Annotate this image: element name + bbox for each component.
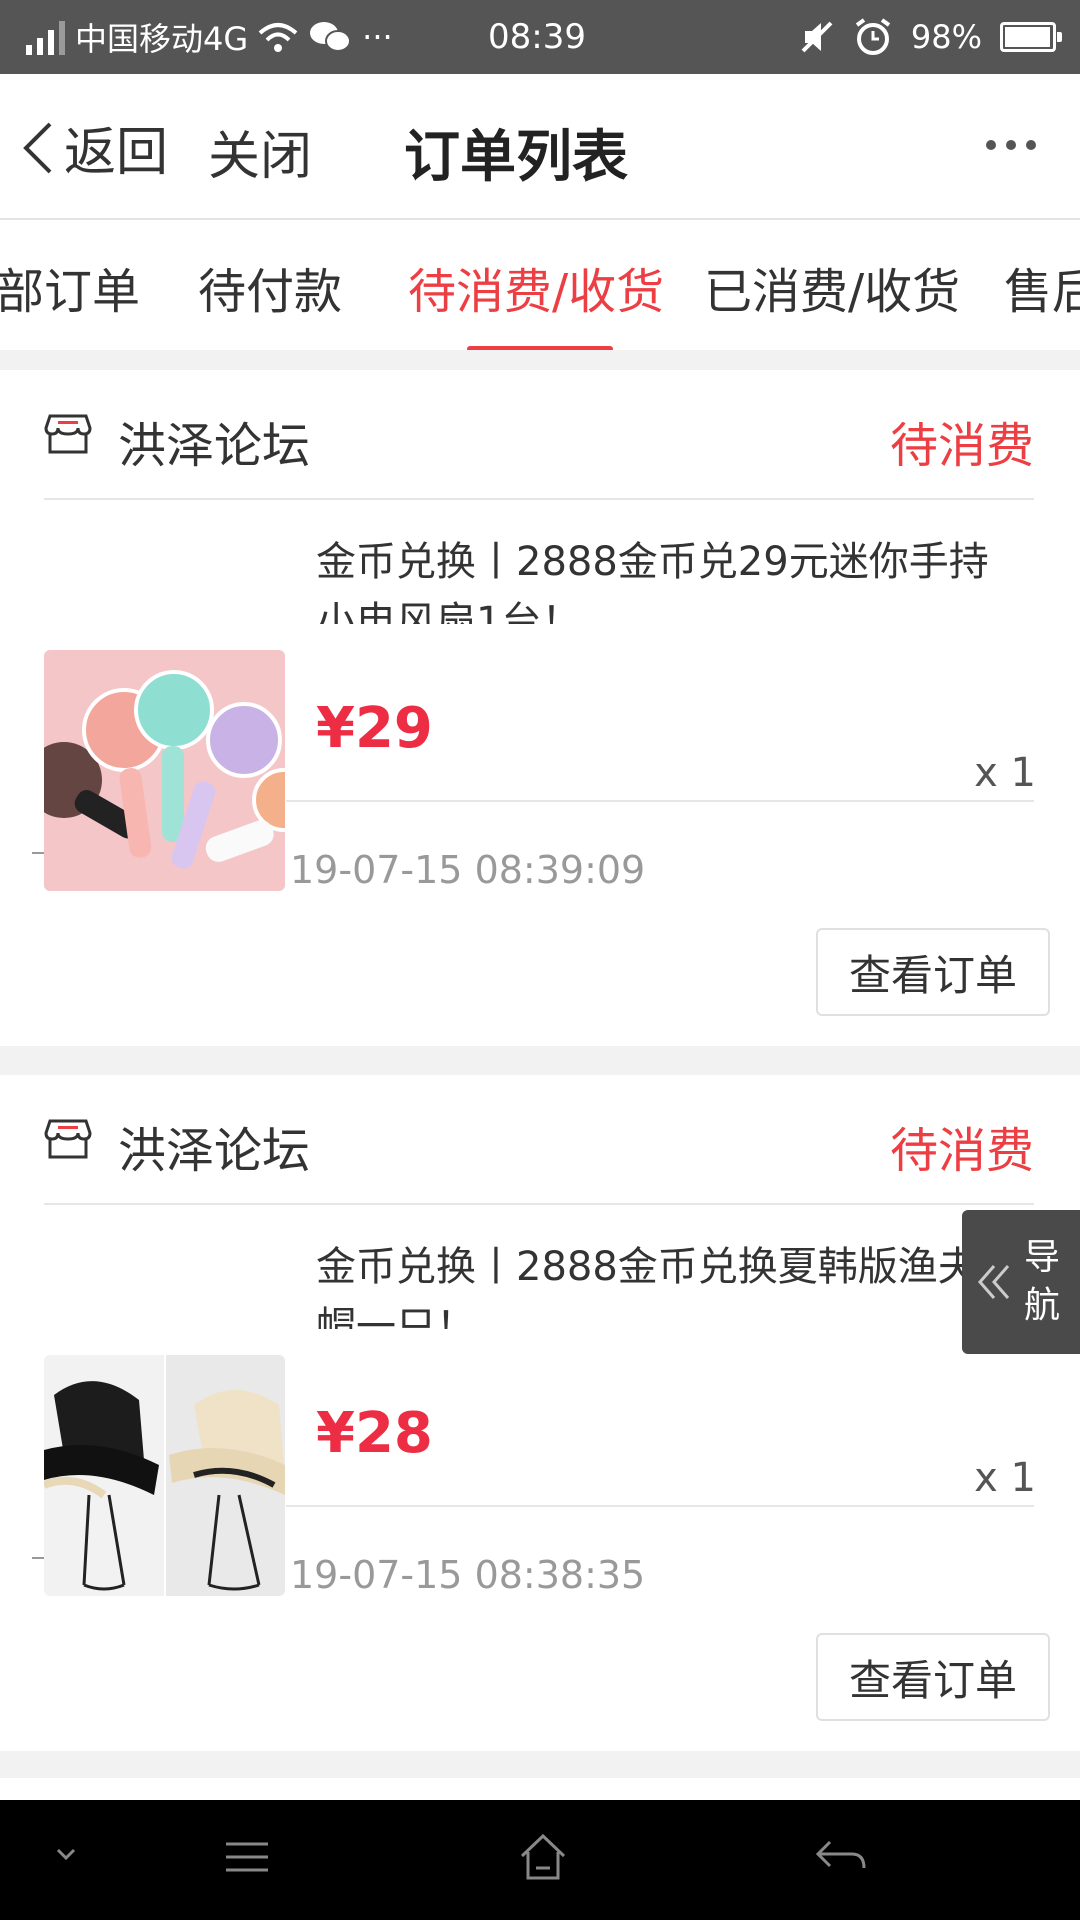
store-icon	[44, 414, 92, 454]
battery-percent: 98%	[910, 18, 982, 56]
order-status: 待消费	[889, 418, 1034, 474]
product-title[interactable]: 金币兑换丨2888金币兑29元迷你手持小电风扇1台！	[316, 532, 1016, 624]
wifi-icon	[258, 23, 298, 52]
product-price: ¥28	[316, 1401, 433, 1466]
divider	[286, 1505, 1034, 1507]
more-menu-icon[interactable]	[986, 140, 1036, 150]
mute-icon	[801, 21, 833, 53]
back-arrow-icon[interactable]	[812, 1832, 868, 1882]
tab-pending-consumption[interactable]: 待消费/收货	[408, 252, 664, 322]
signal-icon	[26, 19, 65, 55]
product-price: ¥29	[316, 696, 433, 761]
divider	[44, 1203, 1034, 1205]
chevron-left-icon	[23, 122, 52, 173]
order-status: 待消费	[889, 1123, 1034, 1179]
tab-consumed[interactable]: 已消费/收货	[704, 252, 960, 322]
view-order-button[interactable]: 查看订单	[816, 1633, 1050, 1721]
product-quantity: x 1	[974, 1455, 1036, 1501]
back-button[interactable]: 返回	[18, 110, 168, 185]
tab-pending-payment[interactable]: 待付款	[198, 252, 342, 322]
floating-nav-label: 导航	[1023, 1237, 1060, 1326]
double-chevron-left-icon	[978, 1265, 1010, 1299]
active-tab-indicator	[467, 346, 613, 350]
order-time: 19-07-15 08:38:35	[290, 1553, 646, 1597]
close-button[interactable]: 关闭	[208, 114, 312, 189]
order-card-header: 洪泽论坛 待消费	[44, 398, 1034, 478]
product-image-fan[interactable]	[44, 650, 285, 891]
divider	[32, 852, 44, 854]
home-icon[interactable]	[518, 1832, 568, 1882]
divider	[44, 498, 1034, 500]
clock: 08:39	[488, 17, 586, 57]
chevron-down-icon[interactable]	[52, 1844, 80, 1864]
tab-after-sales[interactable]: 售后	[1004, 252, 1080, 322]
menu-icon[interactable]	[222, 1832, 272, 1882]
alarm-icon	[855, 18, 891, 55]
order-time: 19-07-15 08:39:09	[290, 848, 646, 892]
wechat-icon	[310, 22, 352, 52]
page-title: 订单列表	[404, 124, 628, 190]
battery-icon	[1000, 22, 1062, 52]
carrier-label: 中国移动4G	[75, 20, 249, 58]
status-bar: 中国移动4G ··· 08:39 98%	[0, 0, 1080, 74]
status-bar-right: 98%	[799, 0, 1062, 74]
view-order-button[interactable]: 查看订单	[816, 928, 1050, 1016]
store-icon	[44, 1119, 92, 1159]
store-name[interactable]: 洪泽论坛	[118, 406, 310, 476]
order-card-header: 洪泽论坛 待消费	[44, 1103, 1034, 1183]
order-card	[0, 1778, 1080, 1800]
floating-nav-button[interactable]: 导航	[962, 1210, 1080, 1354]
product-image-hat[interactable]	[44, 1355, 285, 1596]
more-status-icon: ···	[362, 18, 393, 56]
store-name[interactable]: 洪泽论坛	[118, 1111, 310, 1181]
order-card: 洪泽论坛 待消费 金币兑换丨2888金币兑29元迷你手持小电风扇1台！ ¥29 …	[0, 370, 1080, 1046]
status-bar-left: 中国移动4G ···	[26, 0, 393, 74]
nav-bar: 返回 关闭 订单列表	[0, 74, 1080, 220]
product-title[interactable]: 金币兑换丨2888金币兑换夏韩版渔夫帽一只！	[316, 1237, 1016, 1329]
product-quantity: x 1	[974, 750, 1036, 796]
order-tabs: 全部订单 待付款 待消费/收货 已消费/收货 售后	[0, 220, 1080, 350]
divider	[32, 1557, 44, 1559]
divider	[286, 800, 1034, 802]
back-label: 返回	[64, 123, 169, 183]
system-nav-bar	[0, 1800, 1080, 1920]
order-card: 洪泽论坛 待消费 金币兑换丨2888金币兑换夏韩版渔夫帽一只！ ¥28 x 1 …	[0, 1075, 1080, 1751]
tab-all-orders[interactable]: 全部订单	[0, 252, 140, 322]
